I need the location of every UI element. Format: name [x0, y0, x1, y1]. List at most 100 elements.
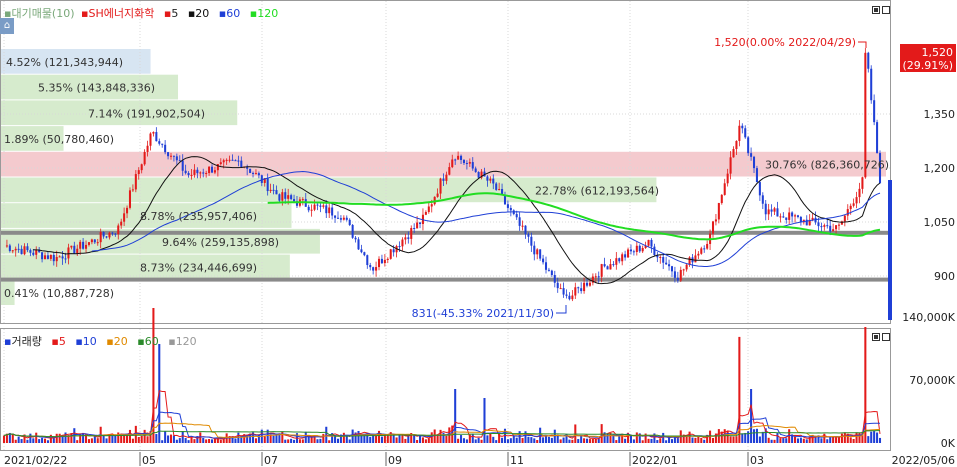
candle-body — [172, 155, 175, 157]
candle-body — [316, 204, 319, 206]
volume-bar — [826, 439, 829, 443]
volume-profile-label: 7.14% (191,902,504) — [88, 107, 205, 120]
candle-body — [832, 229, 835, 232]
ma20-legend[interactable]: ▪20 — [188, 7, 212, 20]
candle-body — [460, 155, 463, 160]
candle-body — [858, 188, 861, 198]
volume-bar — [181, 431, 184, 443]
vol-ma60-legend[interactable]: ▪60 — [137, 335, 161, 348]
volume-bar — [319, 438, 322, 443]
candle-body — [621, 254, 624, 262]
candle-body — [64, 258, 67, 260]
candle-body — [454, 159, 457, 161]
volume-tick-label: 0K — [941, 437, 956, 450]
ma5-legend[interactable]: ▪5 — [164, 7, 181, 20]
candle-body — [41, 252, 44, 260]
volume-bar — [489, 433, 492, 443]
price-tick-label: 1,350 — [924, 108, 956, 121]
volume-title-legend[interactable]: ▪거래량 — [4, 335, 45, 348]
volume-bar — [832, 436, 835, 443]
candle-body — [653, 246, 656, 256]
volume-bar — [328, 440, 331, 443]
candle-body — [284, 192, 287, 199]
volume-bar — [829, 437, 832, 443]
settings-tab-icon[interactable]: ⌂ — [0, 18, 14, 34]
candle-body — [706, 243, 709, 249]
volume-profile-label: 9.64% (259,135,898) — [162, 236, 279, 249]
candle-body — [76, 248, 79, 254]
volume-bar — [202, 437, 205, 443]
candle-body — [190, 174, 193, 176]
candle-body — [468, 162, 471, 164]
volume-bar — [744, 432, 747, 443]
candle-body — [594, 276, 597, 278]
vol-ma120-legend[interactable]: ▪120 — [168, 335, 199, 348]
candle-body — [293, 199, 296, 202]
candle-body — [659, 257, 662, 259]
candle-body — [375, 267, 378, 271]
candle-body — [234, 160, 237, 162]
candle-body — [788, 212, 791, 220]
volume-bar — [284, 439, 287, 443]
candle-body — [8, 245, 11, 251]
candle-body — [419, 222, 422, 225]
volume-profile-label: 8.73% (234,446,699) — [140, 261, 257, 274]
price-panel-maximize-icon[interactable] — [872, 6, 880, 14]
volume-profile-legend[interactable]: ▪대기매물(10) — [4, 7, 75, 20]
candle-body — [181, 160, 184, 171]
series-legend[interactable]: ▪SH에너지화학 — [81, 7, 157, 20]
candle-body — [744, 128, 747, 138]
candle-body — [694, 255, 697, 263]
candle-body — [336, 217, 340, 219]
price-panel-close-icon[interactable] — [882, 6, 890, 14]
candle-body — [123, 213, 126, 222]
candle-body — [401, 239, 404, 247]
volume-bar — [190, 437, 193, 443]
candle-body — [366, 255, 369, 266]
volume-tick-label: 140,000K — [902, 311, 955, 324]
candle-body — [114, 233, 117, 235]
candle-body — [196, 169, 199, 174]
volume-bar — [38, 439, 41, 443]
candle-body — [427, 206, 430, 212]
vol-ma5-legend[interactable]: ▪5 — [51, 335, 68, 348]
volume-bar — [375, 435, 378, 443]
volume-bar — [629, 434, 632, 443]
candle-body — [758, 182, 761, 196]
candle-body — [585, 282, 589, 286]
candle-body — [448, 167, 451, 175]
ma120-legend[interactable]: ▪120 — [250, 7, 281, 20]
volume-panel-close-icon[interactable] — [882, 333, 890, 341]
volume-bar — [427, 438, 430, 443]
volume-panel-maximize-icon[interactable] — [872, 333, 880, 341]
volume-bar — [799, 437, 802, 443]
candle-body — [164, 144, 167, 153]
candle-body — [752, 156, 756, 169]
volume-bar — [805, 439, 808, 443]
volume-profile-label: 1.89% (50,780,460) — [4, 133, 114, 146]
volume-bar — [398, 435, 401, 443]
candle-body — [254, 173, 257, 175]
candle-body — [588, 282, 591, 286]
volume-bar — [835, 436, 838, 443]
volume-bar — [697, 436, 700, 443]
candle-body — [416, 222, 419, 229]
candle-body — [785, 217, 788, 220]
x-tick-label: 2021/02/22 — [4, 454, 67, 467]
volume-bar — [665, 440, 668, 443]
candle-body — [46, 255, 49, 259]
volume-bar — [131, 438, 134, 443]
volume-profile-label: 22.78% (612,193,564) — [535, 184, 659, 197]
vol-ma20-legend[interactable]: ▪20 — [106, 335, 130, 348]
volume-bar — [210, 439, 214, 443]
x-tick-label: 09 — [388, 454, 402, 467]
volume-bar — [480, 439, 483, 443]
ma60-legend[interactable]: ▪60 — [219, 7, 243, 20]
candle-body — [436, 193, 439, 197]
volume-bar — [35, 432, 38, 443]
candle-body — [471, 162, 474, 169]
candle-body — [741, 125, 744, 129]
candle-body — [331, 207, 334, 216]
vol-ma10-legend[interactable]: ▪10 — [75, 335, 99, 348]
volume-bar — [521, 438, 524, 443]
